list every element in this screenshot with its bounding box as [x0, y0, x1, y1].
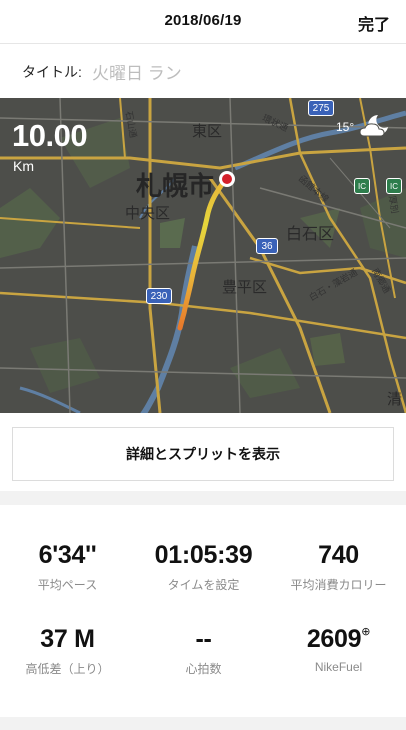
avg-pace-caption: 平均ペース — [37, 578, 98, 592]
stat-avg-pace: 6'34'' 平均ペース — [0, 541, 135, 593]
header-bar: 2018/06/19 完了 — [0, 0, 406, 44]
distance-value: 10.00 — [12, 118, 88, 153]
map-label-sapporo: 札幌市 — [136, 171, 215, 201]
time-value: 01:05:39 — [154, 541, 253, 569]
route-275-badge: 275 — [308, 100, 334, 116]
heart-rate-caption: 心拍数 — [185, 662, 222, 676]
stat-heart-rate: -- 心拍数 — [136, 625, 271, 677]
section-divider — [0, 491, 406, 505]
map-label-higashi: 東区 — [192, 123, 223, 140]
ic-badge-2: IC — [386, 178, 402, 194]
calories-value: 740 — [318, 541, 359, 569]
title-row[interactable]: タイトル: 火曜日 ラン — [0, 44, 406, 98]
moon-cloud-icon — [358, 112, 392, 145]
map-label-kiyota: 清 — [387, 391, 403, 408]
route-36-badge: 36 — [256, 238, 278, 254]
heart-rate-value: -- — [195, 625, 212, 653]
map-label-toyohira: 豊平区 — [222, 279, 268, 296]
stat-elevation: 37 M 高低差（上り） — [0, 625, 135, 677]
nikefuel-value: 2609 — [306, 625, 362, 653]
route-230-badge: 230 — [146, 288, 172, 304]
route-map[interactable]: 10.00 Km 15° 札幌市 中央区 東区 白石区 豊平区 清 石山通 環状… — [0, 98, 406, 413]
distance-unit: Km — [13, 158, 34, 174]
elevation-value: 37 M — [40, 625, 95, 653]
avg-pace-value: 6'34'' — [38, 541, 97, 569]
temperature: 15° — [336, 120, 355, 134]
stats-panel: 6'34'' 平均ペース 01:05:39 タイムを設定 740 平均消費カロリ… — [0, 505, 406, 717]
bottom-divider — [0, 717, 406, 730]
done-button[interactable]: 完了 — [358, 11, 390, 35]
run-date: 2018/06/19 — [164, 12, 242, 29]
nikefuel-caption: NikeFuel — [314, 660, 363, 674]
stat-calories: 740 平均消費カロリー — [271, 541, 406, 593]
title-input[interactable]: 火曜日 ラン — [92, 59, 182, 84]
title-label: タイトル: — [22, 64, 82, 80]
map-label-shiroishi: 白石区 — [286, 226, 335, 243]
stat-time: 01:05:39 タイムを設定 — [136, 541, 271, 593]
stat-nikefuel[interactable]: 2609⊕ NikeFuel — [271, 625, 406, 674]
time-caption: タイムを設定 — [167, 578, 240, 592]
calories-caption: 平均消費カロリー — [290, 578, 387, 592]
elevation-caption: 高低差（上り） — [25, 662, 110, 676]
ic-badge-1: IC — [354, 178, 370, 194]
plus-circle-icon[interactable]: ⊕ — [361, 626, 370, 638]
show-splits-button[interactable]: 詳細とスプリットを表示 — [12, 427, 394, 481]
map-label-chuo: 中央区 — [125, 205, 171, 222]
